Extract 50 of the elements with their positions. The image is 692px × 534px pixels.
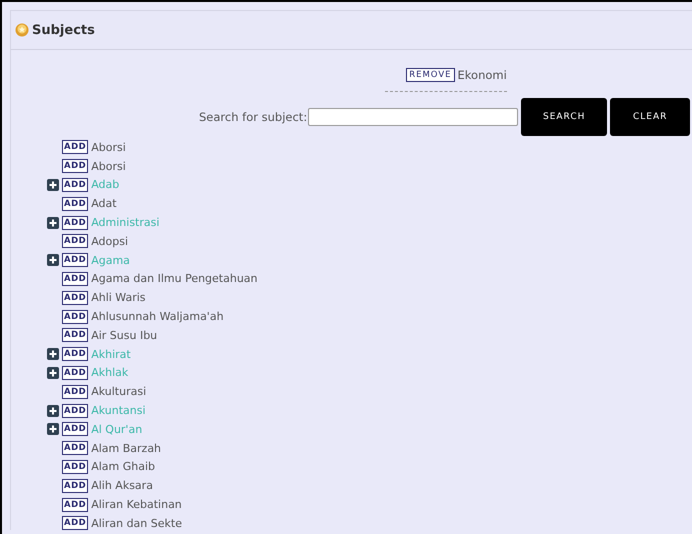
add-button[interactable]: ADD <box>62 498 88 512</box>
subject-name: Ahli Waris <box>91 291 146 304</box>
add-button[interactable]: ADD <box>62 441 88 456</box>
add-button[interactable]: ADD <box>62 516 88 530</box>
subject-name: Ahlusunnah Waljama'ah <box>91 310 224 324</box>
subject-name: Aliran Kebatinan <box>91 498 182 512</box>
subject-name: Adat <box>91 197 117 210</box>
subject-name: Aliran dan Sekte <box>91 516 182 530</box>
add-button[interactable]: ADD <box>62 422 88 436</box>
subject-name: Adopsi <box>91 234 128 248</box>
add-button[interactable]: ADD <box>62 460 88 474</box>
add-button[interactable]: ADD <box>62 366 88 380</box>
add-button[interactable]: ADD <box>62 140 88 154</box>
expand-icon[interactable] <box>47 178 59 191</box>
panel-title: Subjects <box>32 22 95 38</box>
add-button[interactable]: ADD <box>62 272 88 286</box>
search-field[interactable] <box>308 108 518 126</box>
expand-icon[interactable] <box>47 348 59 360</box>
add-button[interactable]: ADD <box>62 159 88 174</box>
expand-icon[interactable] <box>47 216 59 229</box>
add-button[interactable]: ADD <box>62 196 88 211</box>
clear-button[interactable]: CLEAR <box>610 98 690 136</box>
add-button[interactable]: ADD <box>62 216 88 230</box>
expand-icon[interactable] <box>47 254 59 266</box>
search-button[interactable]: SEARCH <box>521 98 608 136</box>
add-button[interactable]: ADD <box>62 178 88 192</box>
add-button[interactable]: ADD <box>62 328 88 342</box>
subject-name: Akulturasi <box>91 385 146 398</box>
star-badge-icon <box>15 23 29 37</box>
subject-name: Alam Barzah <box>91 442 162 455</box>
expand-icon[interactable] <box>47 423 59 436</box>
remove-button[interactable]: REMOVE <box>406 68 455 82</box>
subject-name: Alam Ghaib <box>91 460 156 474</box>
subject-name: Air Susu Ibu <box>91 328 158 342</box>
search-label: Search for subject: <box>199 110 308 124</box>
add-button[interactable]: ADD <box>62 384 88 399</box>
subject-name: Aborsi <box>91 160 126 173</box>
selected-subject: Ekonomi <box>458 68 507 82</box>
add-button[interactable]: ADD <box>62 253 88 268</box>
add-button[interactable]: ADD <box>62 404 88 418</box>
subject-name: Agama dan Ilmu Pengetahuan <box>91 272 258 286</box>
add-button[interactable]: ADD <box>62 290 88 305</box>
add-button[interactable]: ADD <box>62 310 88 324</box>
add-button[interactable]: ADD <box>62 347 88 362</box>
expand-icon[interactable] <box>47 366 59 379</box>
add-button[interactable]: ADD <box>62 234 88 248</box>
subject-name: Alih Aksara <box>91 479 153 492</box>
add-button[interactable]: ADD <box>62 478 88 493</box>
expand-icon[interactable] <box>47 404 59 417</box>
subject-name: Aborsi <box>91 140 126 154</box>
